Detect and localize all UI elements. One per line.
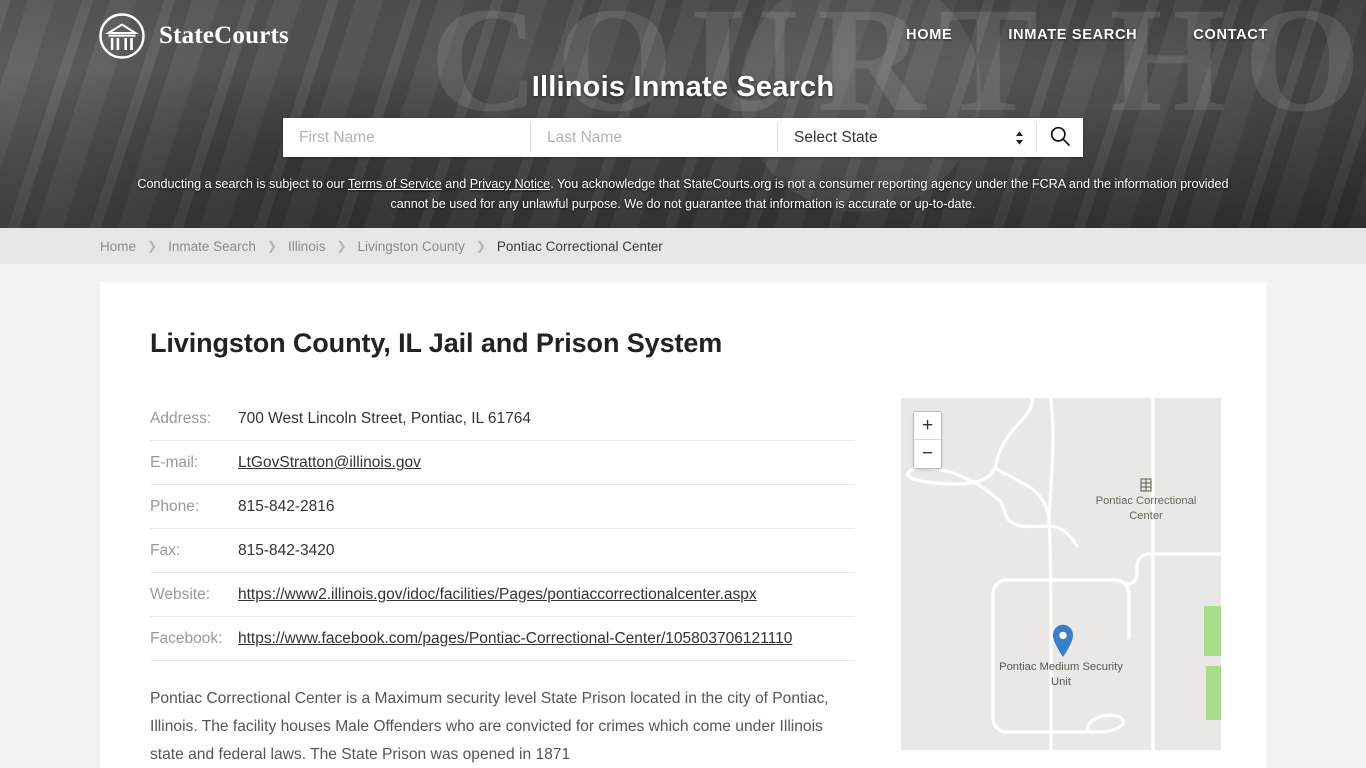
terms-of-service-link[interactable]: Terms of Service [348, 177, 442, 191]
map-pin-icon[interactable] [1051, 624, 1075, 658]
info-value-website: https://www2.illinois.gov/idoc/facilitie… [238, 573, 855, 617]
table-row: E-mail: LtGovStratton@illinois.gov [150, 441, 855, 485]
nav-item-home[interactable]: HOME [906, 27, 952, 43]
site-header: COURT HOUSE StateCourts HOME INMATE SEAR… [0, 0, 1366, 228]
search-disclaimer: Conducting a search is subject to our Te… [128, 174, 1238, 214]
facebook-link[interactable]: https://www.facebook.com/pages/Pontiac-C… [238, 630, 792, 647]
disclaimer-part-1: Conducting a search is subject to our [137, 177, 348, 191]
map-label-text: Pontiac Medium Security Unit [999, 661, 1123, 688]
page-body: Livingston County, IL Jail and Prison Sy… [0, 264, 1366, 768]
building-icon [1081, 478, 1211, 492]
facility-info-column: Address: 700 West Lincoln Street, Pontia… [150, 397, 855, 768]
chevron-updown-icon [1015, 130, 1024, 146]
search-submit-button[interactable] [1036, 123, 1083, 152]
state-select-value: Select State [794, 128, 878, 146]
search-icon [1049, 125, 1071, 150]
main-navigation: HOME INMATE SEARCH CONTACT [906, 27, 1268, 43]
map-column: + − Pontiac Correctional Center Pontiac … [901, 397, 1221, 768]
table-row: Address: 700 West Lincoln Street, Pontia… [150, 397, 855, 441]
brand-logo-link[interactable]: StateCourts [98, 12, 289, 60]
map-label-pontiac-correctional-center: Pontiac Correctional Center [1081, 478, 1211, 523]
info-value-fax: 815-842-3420 [238, 542, 335, 559]
breadcrumb-separator-icon: ❯ [475, 239, 486, 253]
table-row: Facebook: https://www.facebook.com/pages… [150, 617, 855, 661]
breadcrumb: Home ❯ Inmate Search ❯ Illinois ❯ Living… [0, 228, 1366, 264]
breadcrumb-item-home[interactable]: Home [100, 239, 136, 254]
info-value-address: 700 West Lincoln Street, Pontiac, IL 617… [238, 410, 531, 427]
courthouse-circle-icon [98, 12, 146, 60]
facility-page-title: Livingston County, IL Jail and Prison Sy… [150, 328, 723, 358]
map-zoom-controls: + − [913, 411, 942, 469]
disclaimer-part-2: and [441, 177, 470, 191]
info-value-facebook: https://www.facebook.com/pages/Pontiac-C… [238, 617, 855, 661]
map-roads [906, 398, 1221, 750]
map-label-pontiac-medium-security-unit: Pontiac Medium Security Unit [996, 660, 1126, 689]
table-row: Phone: 815-842-2816 [150, 485, 855, 529]
website-link[interactable]: https://www2.illinois.gov/idoc/facilitie… [238, 586, 757, 603]
first-name-input[interactable] [283, 118, 530, 157]
privacy-notice-link[interactable]: Privacy Notice [470, 177, 550, 191]
state-select[interactable]: Select State [778, 118, 1036, 157]
nav-item-contact[interactable]: CONTACT [1193, 27, 1268, 43]
last-name-input[interactable] [531, 118, 777, 157]
breadcrumb-separator-icon: ❯ [266, 239, 277, 253]
facility-map[interactable]: + − Pontiac Correctional Center Pontiac … [901, 398, 1221, 750]
brand-name: StateCourts [159, 22, 289, 49]
breadcrumb-item-current: Pontiac Correctional Center [496, 238, 663, 254]
breadcrumb-item-illinois[interactable]: Illinois [288, 239, 326, 254]
map-green-area [1204, 606, 1221, 656]
info-label-email: E-mail: [150, 454, 199, 471]
breadcrumb-item-livingston-county[interactable]: Livingston County [358, 239, 465, 254]
facility-description: Pontiac Correctional Center is a Maximum… [150, 690, 829, 763]
table-row: Website: https://www2.illinois.gov/idoc/… [150, 573, 855, 617]
breadcrumb-item-inmate-search[interactable]: Inmate Search [168, 239, 256, 254]
breadcrumb-separator-icon: ❯ [147, 239, 158, 253]
info-label-fax: Fax: [150, 542, 181, 559]
info-value-email: LtGovStratton@illinois.gov [238, 441, 855, 485]
email-link[interactable]: LtGovStratton@illinois.gov [238, 454, 421, 471]
info-value-phone: 815-842-2816 [238, 498, 335, 515]
nav-item-inmate-search[interactable]: INMATE SEARCH [1008, 27, 1137, 43]
content-card: Livingston County, IL Jail and Prison Sy… [100, 282, 1266, 768]
table-row: Fax: 815-842-3420 [150, 529, 855, 573]
map-green-area [1206, 666, 1221, 720]
info-label-address: Address: [150, 410, 212, 427]
breadcrumb-separator-icon: ❯ [336, 239, 347, 253]
map-label-text: Pontiac Correctional Center [1095, 495, 1197, 522]
page-title: Illinois Inmate Search [531, 71, 835, 103]
map-zoom-out-button[interactable]: − [914, 440, 941, 468]
facility-info-table: Address: 700 West Lincoln Street, Pontia… [150, 397, 855, 661]
info-label-facebook: Facebook: [150, 630, 223, 647]
info-label-website: Website: [150, 586, 211, 603]
info-label-phone: Phone: [150, 498, 200, 515]
map-zoom-in-button[interactable]: + [914, 412, 941, 440]
inmate-search-form: Select State [283, 118, 1083, 157]
